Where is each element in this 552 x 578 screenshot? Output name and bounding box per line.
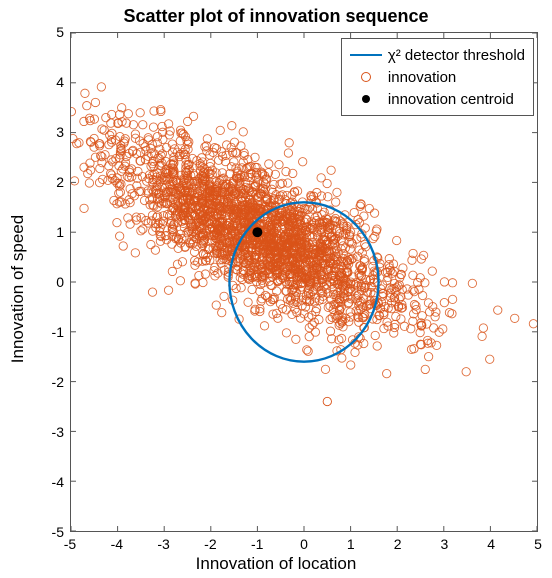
legend: χ² detector threshold innovation innovat… xyxy=(341,38,534,116)
x-tick-label: 4 xyxy=(487,536,495,552)
scatter-points xyxy=(71,83,537,406)
x-tick-label: -1 xyxy=(251,536,263,552)
y-tick-label: 0 xyxy=(34,274,64,290)
x-axis-label: Innovation of location xyxy=(0,554,552,574)
x-tick-label: 2 xyxy=(394,536,402,552)
y-tick-label: 1 xyxy=(34,224,64,240)
y-tick-label: 4 xyxy=(34,74,64,90)
x-tick-label: 3 xyxy=(440,536,448,552)
x-tick-label: -3 xyxy=(157,536,169,552)
chart-title: Scatter plot of innovation sequence xyxy=(0,6,552,27)
x-tick-label: 1 xyxy=(347,536,355,552)
x-tick-label: 0 xyxy=(300,536,308,552)
y-tick-label: 2 xyxy=(34,174,64,190)
chart-container: Scatter plot of innovation sequence Inno… xyxy=(0,0,552,578)
legend-swatch-line xyxy=(350,46,382,64)
legend-entry-innovation: innovation xyxy=(350,66,525,88)
y-tick-label: -1 xyxy=(34,324,64,340)
legend-label-centroid: innovation centroid xyxy=(388,91,514,108)
y-tick-label: 5 xyxy=(34,24,64,40)
y-tick-label: 3 xyxy=(34,124,64,140)
y-tick-label: -2 xyxy=(34,374,64,390)
y-tick-label: -4 xyxy=(34,474,64,490)
x-tick-label: 5 xyxy=(534,536,542,552)
x-tick-label: -2 xyxy=(204,536,216,552)
legend-entry-centroid: innovation centroid xyxy=(350,88,525,110)
x-tick-label: -4 xyxy=(111,536,123,552)
y-tick-label: -3 xyxy=(34,424,64,440)
legend-label-innovation: innovation xyxy=(388,69,456,86)
legend-label-threshold: χ² detector threshold xyxy=(388,47,525,64)
y-axis-label: Innovation of speed xyxy=(8,215,28,363)
legend-swatch-open-circle xyxy=(350,68,382,86)
legend-entry-threshold: χ² detector threshold xyxy=(350,44,525,66)
y-tick-label: -5 xyxy=(34,524,64,540)
y-axis-label-wrap: Innovation of speed xyxy=(8,0,28,578)
legend-swatch-filled-circle xyxy=(350,90,382,108)
centroid-point xyxy=(252,227,262,237)
x-tick-label: -5 xyxy=(64,536,76,552)
